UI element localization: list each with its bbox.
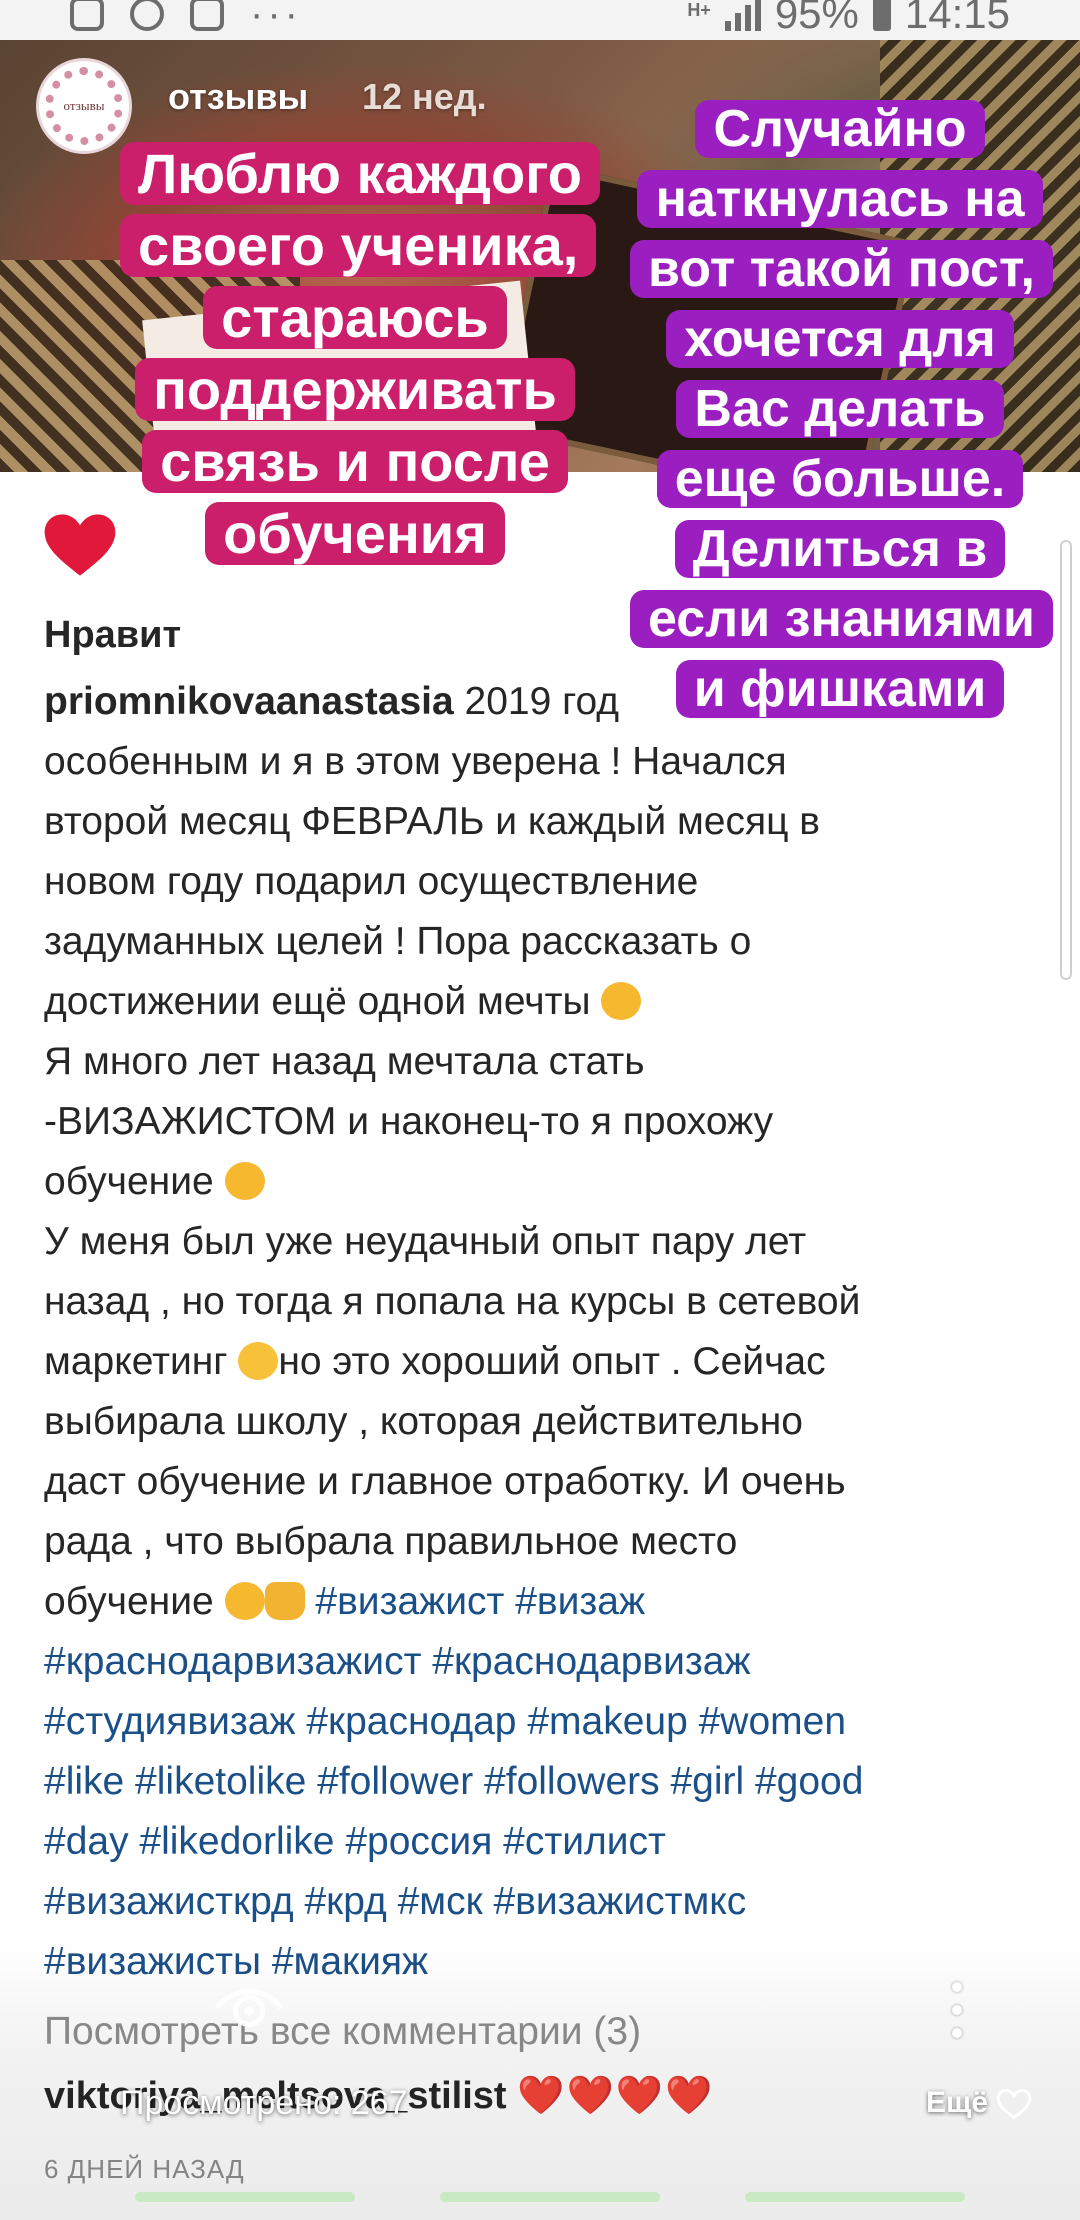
comment-text: ❤️❤️❤️❤️	[517, 2075, 715, 2117]
caption-text: особенным и я в этом уверена ! Начался	[44, 740, 787, 783]
heart-outline-icon[interactable]	[996, 2088, 1032, 2120]
avatar-label: отзывы	[63, 98, 105, 113]
caption-text: 2019 год	[464, 680, 620, 723]
caption-text: выбирала школу , которая действительно	[44, 1400, 803, 1443]
caption-text: Я много лет назад мечтала стать	[44, 1040, 645, 1083]
see-no-evil-monkey-icon	[224, 1162, 265, 1200]
eye-icon[interactable]	[212, 1976, 286, 2036]
story-view-count[interactable]: Просмотрено: 267	[120, 2084, 408, 2123]
caption-text: назад , но тогда я попала на курсы в сет…	[44, 1280, 861, 1323]
caption-text: рада , что выбрала правильное место	[44, 1520, 738, 1563]
hashtags[interactable]: #визажист #визаж	[315, 1580, 645, 1623]
battery-icon	[872, 0, 891, 31]
caption-text: даст обучение и главное отработку. И оче…	[44, 1460, 846, 1503]
gallery-icon	[70, 0, 104, 31]
text-sticker-purple[interactable]: Случайно наткнулась на вот такой пост, х…	[630, 94, 1053, 724]
caption-text: -ВИЗАЖИСТОМ и наконец-то я прохожу	[44, 1100, 774, 1143]
account-name[interactable]: отзывы	[168, 76, 308, 118]
sticker-text: Случайно наткнулась на вот такой пост, х…	[630, 100, 1053, 718]
caption-text: задуманных целей ! Пора рассказать о	[44, 920, 752, 963]
caption-text: обучение	[44, 1580, 214, 1623]
caption-text: второй месяц ФЕВРАЛЬ и каждый месяц в	[44, 800, 820, 843]
more-options-icon[interactable]	[950, 1982, 964, 2038]
hashtags[interactable]: #like #liketolike #follower #followers #…	[44, 1760, 863, 1803]
text-sticker-pink[interactable]: Люблю каждого своего ученика, стараюсь п…	[120, 138, 600, 570]
nerd-face-icon	[224, 1582, 265, 1620]
ok-hand-icon	[264, 1582, 305, 1620]
crying-face-icon	[238, 1342, 279, 1380]
likes-count[interactable]: Нравит	[44, 614, 181, 657]
heart-icon[interactable]	[42, 512, 118, 578]
hashtags[interactable]: #визажисткрд #крд #мск #визажистмкс	[44, 1880, 746, 1923]
sticker-text: Люблю каждого своего ученика, стараюсь п…	[120, 142, 600, 565]
post-time: 12 нед.	[362, 76, 487, 117]
status-bar: ··· H+ 95% 14:15	[0, 0, 1080, 40]
more-dots-icon: ···	[250, 0, 302, 36]
hashtags[interactable]: #студиявизаж #краснодар #makeup #women	[44, 1700, 846, 1743]
post-date: 6 ДНЕЙ НАЗАД	[44, 2154, 245, 2184]
account-avatar[interactable]: отзывы	[36, 58, 132, 154]
caption-text: но это хороший опыт . Сейчас	[278, 1340, 826, 1383]
caption-text: новом году подарил осуществление	[44, 860, 699, 903]
hashtags[interactable]: #day #likedorlike #россия #стилист	[44, 1820, 666, 1863]
caption-text: маркетинг	[44, 1340, 228, 1383]
battery-percent: 95%	[774, 0, 859, 37]
signal-icon	[724, 0, 761, 31]
instagram-icon	[190, 0, 224, 31]
navigation-bar	[0, 2192, 1080, 2206]
caption-username[interactable]: priomnikovaanastasia	[44, 680, 454, 723]
network-type: H+	[687, 0, 711, 20]
more-button[interactable]: Ещё	[926, 2086, 988, 2120]
caption-text: У меня был уже неудачный опыт пару лет	[44, 1220, 807, 1263]
post-caption: priomnikovaanastasia 2019 год особенным …	[44, 672, 1034, 1992]
clock: 14:15	[904, 0, 1010, 37]
hashtags[interactable]: #краснодарвизажист #краснодарвизаж	[44, 1640, 751, 1683]
caption-text: обучение	[44, 1160, 214, 1203]
scrollbar[interactable]	[1060, 540, 1072, 980]
view-all-comments-link[interactable]: Посмотреть все комментарии (3)	[44, 2010, 641, 2054]
see-no-evil-monkey-icon	[601, 982, 642, 1020]
pinterest-icon	[130, 0, 164, 31]
caption-text: достижении ещё одной мечты	[44, 980, 591, 1023]
